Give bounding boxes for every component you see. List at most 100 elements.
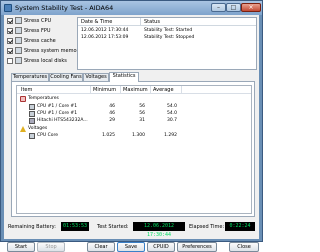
test-started-label: Test Started: bbox=[97, 224, 129, 230]
tab-strip: Temperatures Cooling Fans Voltages Stati… bbox=[11, 72, 251, 82]
window-title: System Stability Test - AIDA64 bbox=[15, 4, 114, 12]
aida64-app-icon bbox=[4, 4, 12, 12]
column-divider[interactable] bbox=[140, 18, 141, 26]
item-name: Hitachi HTS543232A... bbox=[37, 118, 88, 123]
checkbox-checked-icon[interactable] bbox=[7, 38, 13, 44]
aida64-stability-window: System Stability Test - AIDA64 – □ × Str… bbox=[0, 0, 263, 252]
stress-memory-checkbox[interactable]: Stress system memory bbox=[7, 47, 87, 56]
event-log-table[interactable]: Date & Time Status 12.06.2012 17:30:44 S… bbox=[77, 17, 257, 70]
item-max: 56 bbox=[139, 104, 145, 109]
thermometer-icon bbox=[20, 96, 26, 102]
memory-icon bbox=[15, 47, 22, 54]
item-avg: 54.0 bbox=[166, 111, 177, 116]
statistics-header: Item Minimum Maximum Average bbox=[17, 86, 251, 94]
item-min: 46 bbox=[109, 111, 115, 116]
statistics-panel: Item Minimum Maximum Average Temperature… bbox=[11, 81, 255, 217]
stop-button[interactable]: Stop bbox=[37, 242, 65, 252]
stress-fpu-label: Stress FPU bbox=[24, 28, 51, 34]
button-row: Start Stop Clear Save CPUID Preferences … bbox=[7, 242, 259, 252]
log-row[interactable]: 12.06.2012 17:53:09 Stability Test: Stop… bbox=[78, 35, 256, 42]
group-label: Temperatures bbox=[28, 96, 59, 101]
stress-cpu-checkbox[interactable]: Stress CPU bbox=[7, 17, 87, 26]
col-item[interactable]: Item bbox=[21, 87, 32, 93]
column-divider[interactable] bbox=[90, 86, 91, 94]
log-datetime: 12.06.2012 17:30:44 bbox=[81, 28, 129, 33]
close-button[interactable]: Close bbox=[229, 242, 259, 252]
save-button[interactable]: Save bbox=[117, 242, 145, 252]
cpuid-button[interactable]: CPUID bbox=[147, 242, 175, 252]
stress-memory-label: Stress system memory bbox=[24, 48, 82, 54]
stress-cache-checkbox[interactable]: Stress cache bbox=[7, 37, 87, 46]
start-button[interactable]: Start bbox=[7, 242, 35, 252]
col-minimum[interactable]: Minimum bbox=[93, 87, 116, 93]
cache-icon bbox=[15, 37, 22, 44]
item-max: 56 bbox=[139, 111, 145, 116]
elapsed-time-label: Elapsed Time: bbox=[189, 224, 225, 230]
log-col-datetime[interactable]: Date & Time bbox=[81, 19, 112, 25]
test-started-value: 12.06.2012 17:30:44 bbox=[133, 222, 185, 238]
tab-temperatures[interactable]: Temperatures bbox=[11, 73, 49, 81]
tab-voltages[interactable]: Voltages bbox=[83, 73, 109, 81]
tab-statistics[interactable]: Statistics bbox=[109, 72, 139, 82]
group-row-voltages[interactable]: Voltages bbox=[17, 126, 251, 133]
log-status: Stability Test: Stopped bbox=[144, 35, 195, 40]
log-col-status[interactable]: Status bbox=[144, 19, 160, 25]
col-maximum[interactable]: Maximum bbox=[123, 87, 148, 93]
stress-disks-checkbox[interactable]: Stress local disks bbox=[7, 57, 87, 66]
cpu-icon bbox=[29, 133, 35, 139]
checkbox-checked-icon[interactable] bbox=[7, 28, 13, 34]
table-row[interactable]: Hitachi HTS543232A... 29 31 30.7 bbox=[17, 118, 251, 125]
hard-drive-icon bbox=[29, 118, 35, 124]
item-name: CPU #1 / Core #1 bbox=[37, 111, 78, 116]
cpu-icon bbox=[15, 17, 22, 24]
fpu-icon bbox=[15, 27, 22, 34]
voltage-warning-icon bbox=[20, 126, 26, 132]
item-name: CPU #1 / Core #1 bbox=[37, 104, 78, 109]
group-row-temperatures[interactable]: Temperatures bbox=[17, 96, 251, 103]
item-avg: 30.7 bbox=[166, 118, 177, 123]
checkbox-checked-icon[interactable] bbox=[7, 48, 13, 54]
elapsed-time-value: 0:22:24 bbox=[225, 222, 255, 231]
log-header: Date & Time Status bbox=[78, 18, 256, 26]
item-max: 1.300 bbox=[132, 133, 145, 138]
item-avg: 1.292 bbox=[164, 133, 177, 138]
column-divider[interactable] bbox=[150, 86, 151, 94]
table-row[interactable]: CPU #1 / Core #1 46 56 54.0 bbox=[17, 111, 251, 118]
title-bar[interactable]: System Stability Test - AIDA64 – □ × bbox=[1, 1, 262, 15]
close-window-button[interactable]: × bbox=[241, 3, 261, 12]
battery-value: 01:53:53 bbox=[61, 222, 89, 231]
stress-fpu-checkbox[interactable]: Stress FPU bbox=[7, 27, 87, 36]
col-average[interactable]: Average bbox=[153, 87, 174, 93]
item-avg: 54.0 bbox=[166, 104, 177, 109]
group-label: Voltages bbox=[28, 126, 48, 131]
statistics-table[interactable]: Item Minimum Maximum Average Temperature… bbox=[16, 85, 252, 214]
stress-cache-label: Stress cache bbox=[24, 38, 56, 44]
table-row[interactable]: CPU #1 / Core #1 46 56 54.0 bbox=[17, 104, 251, 111]
cpu-icon bbox=[29, 104, 35, 110]
item-max: 31 bbox=[139, 118, 145, 123]
column-divider[interactable] bbox=[120, 86, 121, 94]
column-divider[interactable] bbox=[181, 86, 182, 94]
item-name: CPU Core bbox=[37, 133, 58, 138]
log-datetime: 12.06.2012 17:53:09 bbox=[81, 35, 129, 40]
cpu-icon bbox=[29, 111, 35, 117]
stress-disks-label: Stress local disks bbox=[24, 58, 67, 64]
checkbox-checked-icon[interactable] bbox=[7, 18, 13, 24]
log-row[interactable]: 12.06.2012 17:30:44 Stability Test: Star… bbox=[78, 28, 256, 35]
maximize-button[interactable]: □ bbox=[226, 3, 241, 12]
clear-button[interactable]: Clear bbox=[87, 242, 115, 252]
client-area: Stress CPU Stress FPU Stress cache Stres… bbox=[4, 15, 259, 252]
checkbox-unchecked-icon[interactable] bbox=[7, 58, 13, 64]
item-min: 29 bbox=[109, 118, 115, 123]
stress-cpu-label: Stress CPU bbox=[24, 18, 52, 24]
tab-cooling-fans[interactable]: Cooling Fans bbox=[49, 73, 83, 81]
preferences-button[interactable]: Preferences bbox=[177, 242, 217, 252]
item-min: 46 bbox=[109, 104, 115, 109]
battery-label: Remaining Battery: bbox=[8, 224, 56, 230]
disk-icon bbox=[15, 57, 22, 64]
status-bar: Remaining Battery: 01:53:53 Test Started… bbox=[7, 222, 257, 238]
table-row[interactable]: CPU Core 1.025 1.300 1.292 bbox=[17, 133, 251, 140]
log-status: Stability Test: Started bbox=[144, 28, 193, 33]
item-min: 1.025 bbox=[102, 133, 115, 138]
minimize-button[interactable]: – bbox=[211, 3, 226, 12]
